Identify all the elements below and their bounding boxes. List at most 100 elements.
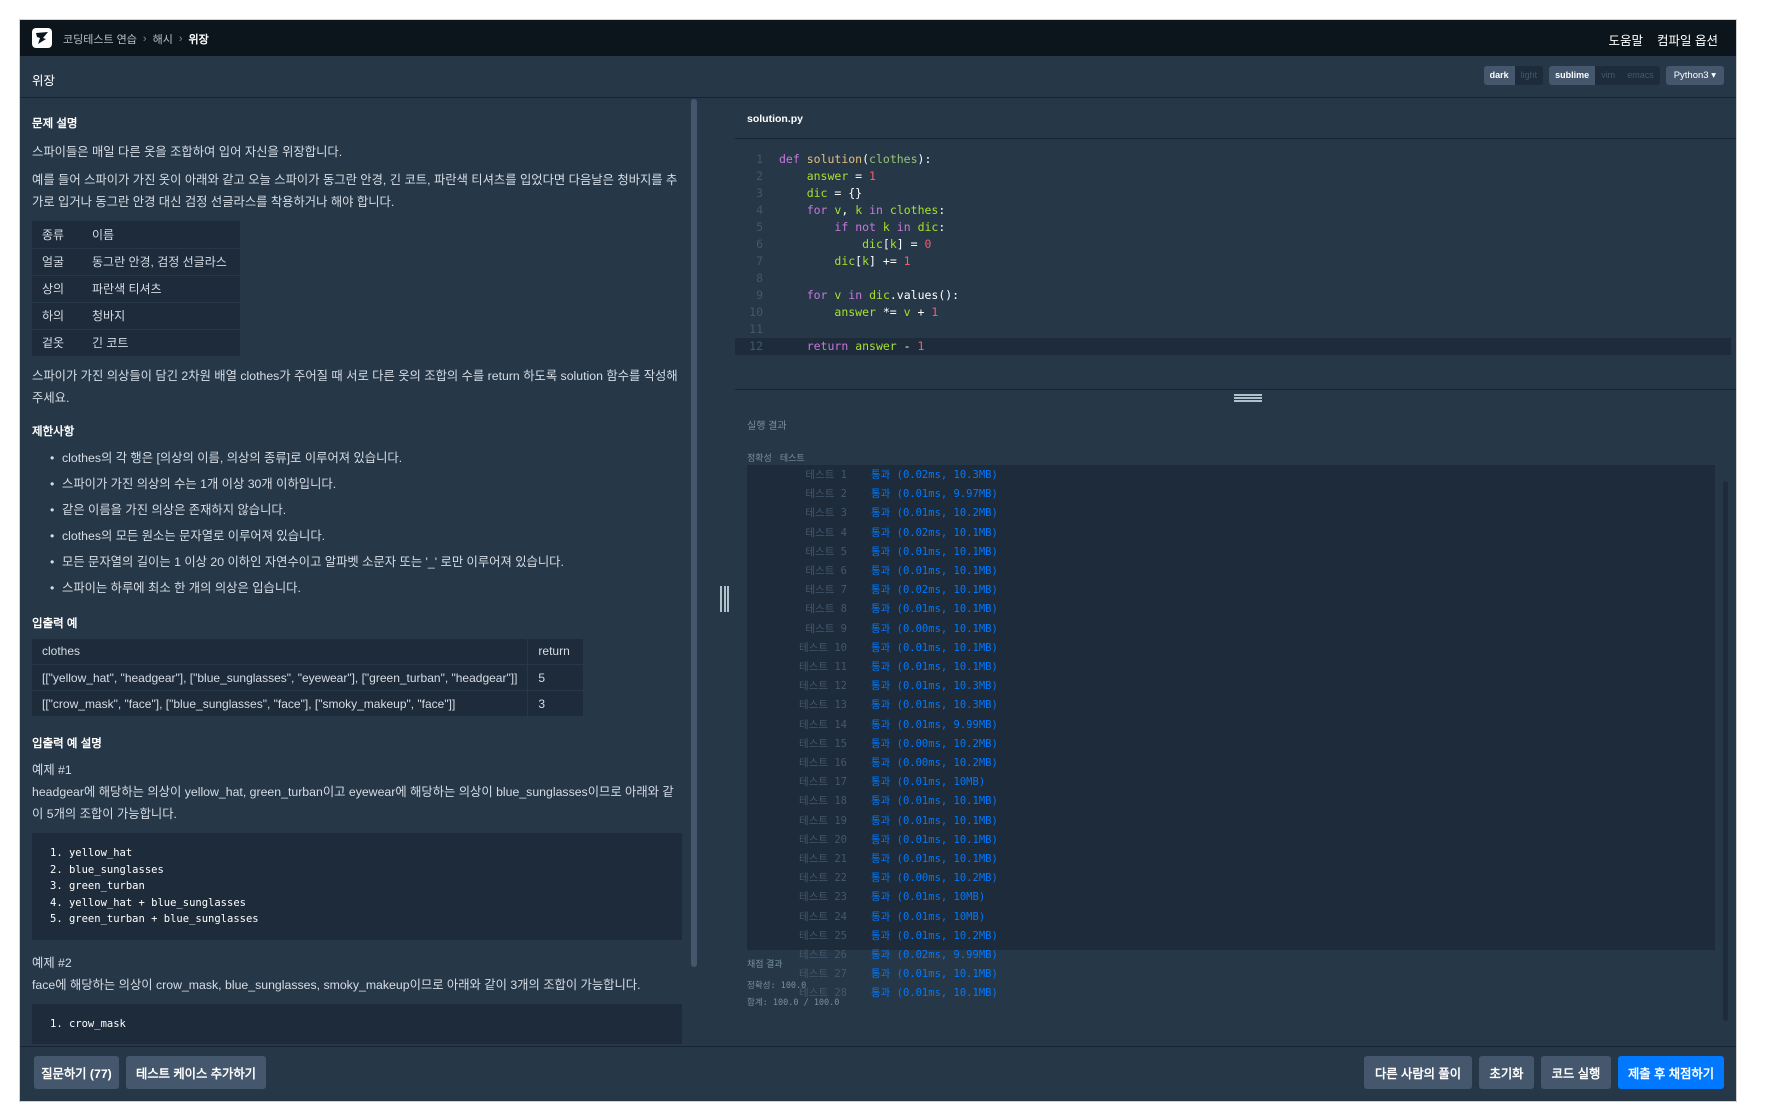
test-name: 테스트 17 — [799, 776, 847, 789]
description-text: 스파이들은 매일 다른 옷을 조합하여 입어 자신을 위장합니다. — [32, 145, 343, 159]
chevron-right-icon: › — [142, 33, 147, 45]
test-result-row: 테스트 19 통과 (0.01ms, 10.1MB) — [747, 813, 998, 830]
test-name: 테스트 19 — [799, 814, 847, 827]
table-cell: [["crow_mask", "face"], ["blue_sunglasse… — [32, 690, 528, 717]
test-name: 테스트 18 — [799, 795, 847, 808]
test-status: 통과 (0.01ms, 10MB) — [871, 776, 986, 789]
others-solutions-button[interactable]: 다른 사람의 풀이 — [1364, 1056, 1472, 1089]
test-name: 테스트 22 — [799, 872, 847, 885]
test-status: 통과 (0.02ms, 9.99MB) — [871, 949, 998, 961]
test-status: 통과 (0.01ms, 10.3MB) — [871, 680, 998, 693]
breadcrumb: 코딩테스트 연습 › 해시 › 위장 — [63, 31, 209, 47]
test-status: 통과 (0.01ms, 10.1MB) — [871, 641, 998, 654]
keymap-emacs-option[interactable]: emacs — [1621, 66, 1660, 85]
table-cell: 하의 — [32, 302, 92, 330]
table-cell: 겉옷 — [32, 329, 92, 357]
editor-result-divider[interactable] — [735, 389, 1736, 405]
test-status: 통과 (0.01ms, 9.97MB) — [871, 488, 998, 501]
test-status: 통과 (0.00ms, 10.2MB) — [871, 737, 998, 750]
help-link[interactable]: 도움말 — [1609, 30, 1644, 49]
code-line[interactable]: 12 return answer - 1 — [735, 338, 1731, 355]
test-results-list[interactable]: 테스트 1 통과 (0.02ms, 10.3MB) 테스트 2 통과 (0.01ms,… — [747, 465, 1715, 999]
breadcrumb-item-coding-test[interactable]: 코딩테스트 연습 — [63, 31, 137, 47]
table-row: 얼굴 동그란 안경, 검정 선글라스 — [32, 248, 240, 276]
keymap-vim-option[interactable]: vim — [1595, 66, 1621, 85]
test-result-row: 테스트 25 통과 (0.01ms, 10.2MB) — [747, 928, 998, 945]
example-title: 예제 #1 — [32, 763, 72, 777]
code-line[interactable]: 2 answer = 1 — [735, 168, 1731, 185]
scrollbar[interactable] — [1723, 481, 1728, 1021]
limits-list: clothes의 각 행은 [의상의 이름, 의상의 종류]로 이루어져 있습니… — [50, 445, 682, 601]
compile-options-link[interactable]: 컴파일 옵션 — [1657, 30, 1718, 49]
tab-accuracy[interactable]: 정확성 — [747, 451, 772, 464]
code-line[interactable]: 6 dic[k] = 0 — [735, 236, 1731, 253]
breadcrumb-item-current: 위장 — [188, 34, 209, 46]
result-label: 실행 결과 — [747, 421, 787, 432]
test-name: 테스트 21 — [799, 853, 847, 865]
submit-button[interactable]: 제출 후 채점하기 — [1618, 1056, 1724, 1089]
theme-light-option[interactable]: light — [1515, 66, 1544, 85]
table-row: 겉옷 긴 코트 — [32, 329, 240, 357]
breadcrumb-item-hash[interactable]: 해시 — [153, 31, 173, 47]
test-result-row: 테스트 16 통과 (0.00ms, 10.2MB) — [747, 755, 998, 772]
test-status: 통과 (0.01ms, 10.1MB) — [871, 795, 998, 808]
language-select[interactable]: Python3 ▾ — [1665, 66, 1724, 85]
code-line[interactable]: 1 def solution(clothes): — [735, 151, 1731, 168]
question-button[interactable]: 질문하기 (77) — [34, 1056, 119, 1089]
code-line[interactable]: 4 for v, k in clothes: — [735, 202, 1731, 219]
code-line[interactable]: 7 dic[k] += 1 — [735, 253, 1731, 270]
scrollbar[interactable] — [691, 99, 697, 967]
reset-button[interactable]: 초기화 — [1479, 1056, 1534, 1089]
test-status: 통과 (0.02ms, 10.3MB) — [871, 469, 998, 481]
table-cell: return — [527, 638, 583, 665]
code-line[interactable]: 11 — [735, 321, 1731, 338]
test-result-row: 테스트 18 통과 (0.01ms, 10.1MB) — [747, 793, 998, 810]
code-line[interactable]: 3 dic = {} — [735, 185, 1731, 202]
run-code-button[interactable]: 코드 실행 — [1541, 1056, 1611, 1089]
pane-divider[interactable] — [713, 99, 735, 1046]
drag-handle-icon[interactable] — [720, 586, 729, 612]
test-status: 통과 (0.01ms, 10.1MB) — [871, 853, 998, 865]
test-result-row: 테스트 22 통과 (0.00ms, 10.2MB) — [747, 870, 998, 887]
table-cell: 청바지 — [92, 302, 240, 330]
code-line[interactable]: 9 for v in dic.values(): — [735, 287, 1731, 304]
test-status: 통과 (0.02ms, 10.1MB) — [871, 526, 998, 539]
test-result-row: 테스트 14 통과 (0.01ms, 9.99MB) — [747, 717, 998, 734]
test-name: 테스트 13 — [799, 699, 847, 712]
test-status: 통과 (0.01ms, 10MB) — [871, 891, 986, 904]
description-heading: 문제 설명 — [32, 118, 78, 130]
test-result-row: 테스트 9 통과 (0.00ms, 10.1MB) — [747, 621, 997, 638]
test-name: 테스트 1 — [805, 469, 847, 481]
logo-icon[interactable] — [32, 28, 52, 48]
test-status: 통과 (0.01ms, 10.1MB) — [871, 603, 998, 616]
code-editor[interactable]: 1 def solution(clothes): 2 answer = 1 3 d… — [735, 139, 1736, 389]
table-row: 종류 이름 — [32, 221, 240, 249]
drag-handle-icon[interactable] — [1234, 394, 1262, 402]
grade-label: 채점 결과 — [747, 959, 783, 969]
app-window: 코딩테스트 연습 › 해시 › 위장 도움말 컴파일 옵션 위장 dark li… — [20, 20, 1736, 1101]
theme-dark-option[interactable]: dark — [1483, 66, 1515, 85]
keymap-sublime-option[interactable]: sublime — [1549, 66, 1596, 85]
chevron-right-icon: › — [178, 33, 183, 45]
table-row: clothes return — [32, 638, 583, 665]
table-row: 상의 파란색 티셔츠 — [32, 275, 240, 303]
test-status: 통과 (0.01ms, 10.1MB) — [871, 833, 998, 846]
code-line[interactable]: 10 answer *= v + 1 — [735, 304, 1731, 321]
list-item: clothes의 모든 원소는 문자열로 이루어져 있습니다. — [50, 523, 682, 549]
limits-heading: 제한사항 — [32, 425, 75, 438]
example-code: 1. crow_mask — [32, 1003, 682, 1044]
problem-pane[interactable]: 문제 설명 스파이들은 매일 다른 옷을 조합하여 입어 자신을 위장합니다. … — [20, 99, 713, 1046]
code-line[interactable]: 8 — [735, 270, 1731, 287]
add-testcase-button[interactable]: 테스트 케이스 추가하기 — [126, 1056, 266, 1089]
test-name: 테스트 3 — [805, 507, 847, 520]
test-result-row: 테스트 17 통과 (0.01ms, 10MB) — [747, 774, 987, 791]
accuracy-score: 정확성: 100.0 — [747, 981, 807, 991]
test-result-row: 테스트 1 통과 (0.02ms, 10.3MB) — [747, 467, 997, 484]
keymap-toggle: sublime vim emacs — [1549, 66, 1660, 85]
list-item: 모든 문자열의 길이는 1 이상 20 이하인 자연수이고 알파벳 소문자 또는… — [50, 549, 682, 575]
test-result-row: 테스트 10 통과 (0.01ms, 10.1MB) — [747, 640, 998, 657]
tab-test[interactable]: 테스트 — [780, 451, 805, 464]
code-line[interactable]: 5 if not k in dic: — [735, 219, 1731, 236]
table-cell: 5 — [527, 664, 583, 691]
test-name: 테스트 9 — [805, 622, 847, 635]
